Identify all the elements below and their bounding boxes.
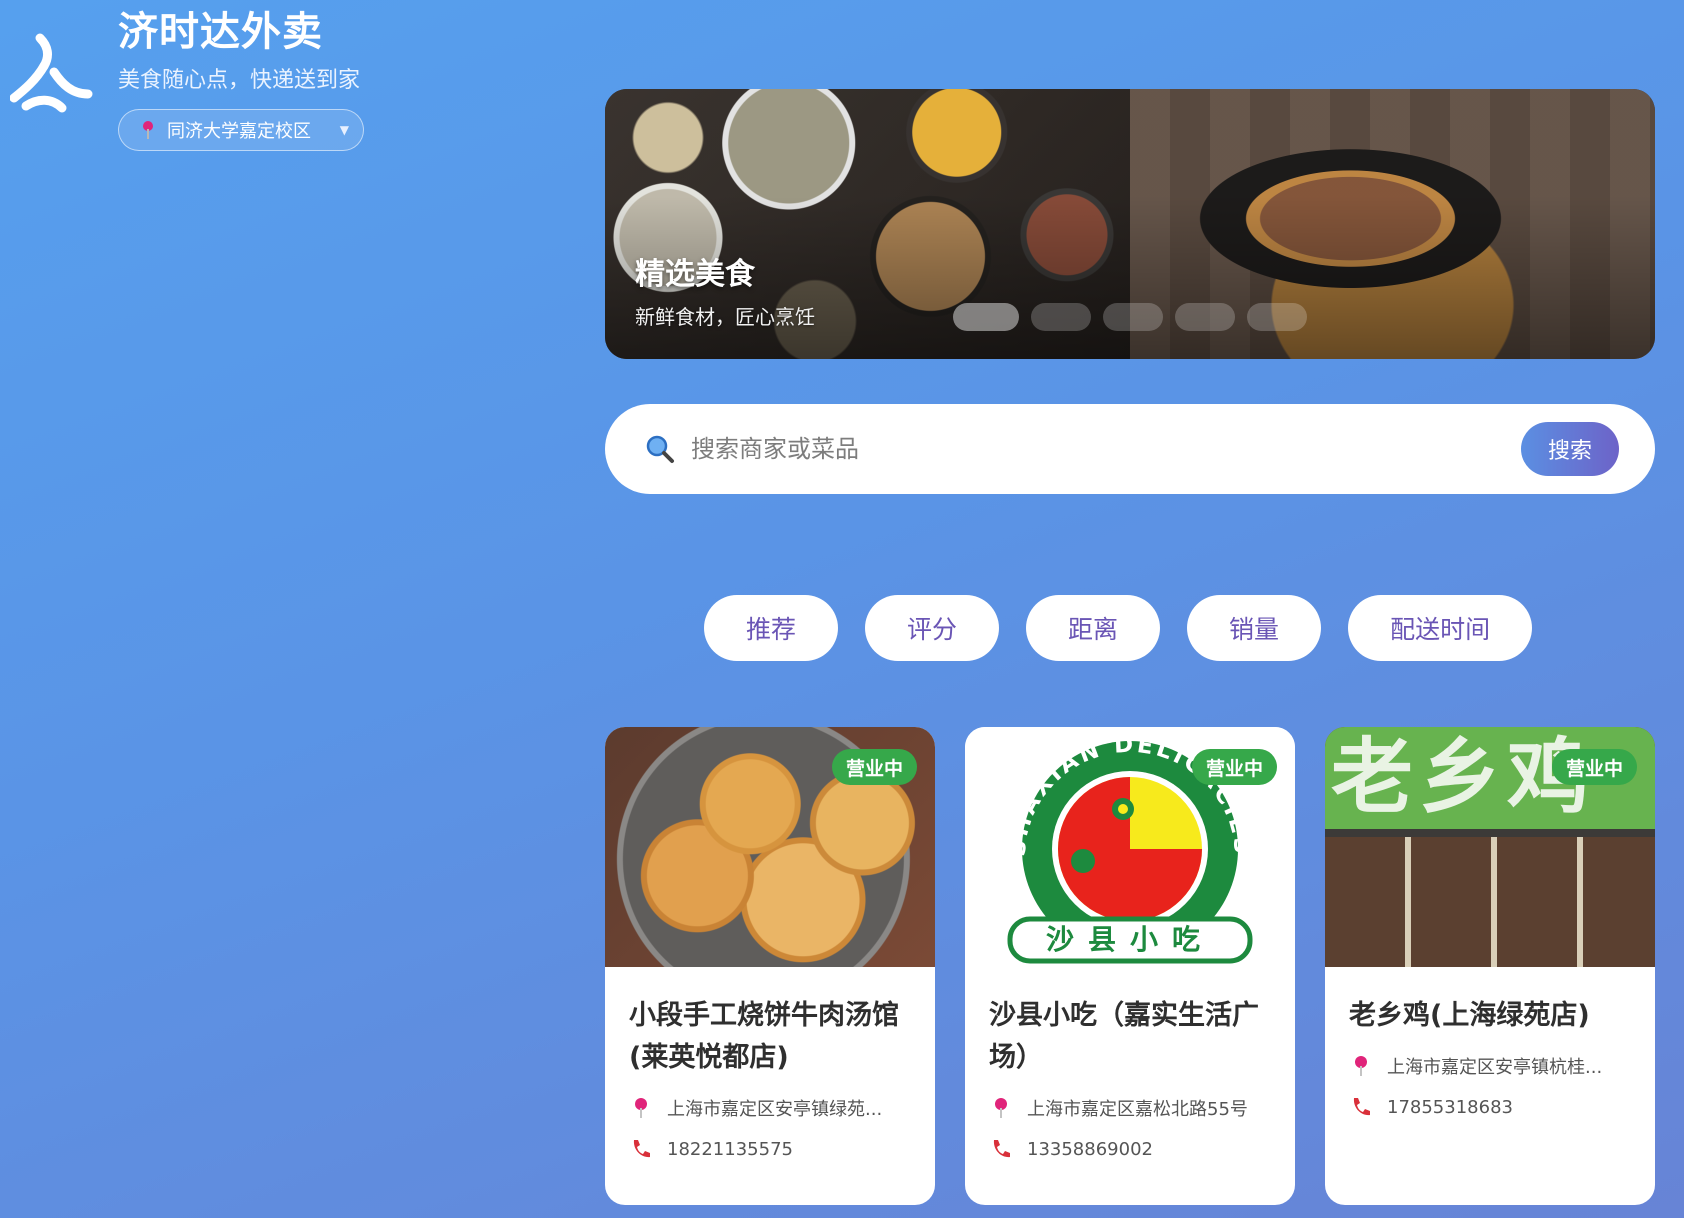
- sort-tab-recommended[interactable]: 推荐: [704, 595, 839, 661]
- restaurant-address: 上海市嘉定区嘉松北路55号: [989, 1095, 1271, 1121]
- carousel-dot[interactable]: [1247, 303, 1307, 331]
- address-text: 上海市嘉定区安亭镇绿苑...: [667, 1099, 883, 1120]
- restaurant-name: 老乡鸡(上海绿苑店): [1349, 1000, 1590, 1031]
- carousel-dot[interactable]: [1175, 303, 1235, 331]
- status-badge: 营业中: [831, 749, 917, 785]
- phone-text: 18221135575: [667, 1138, 793, 1160]
- sort-tab-sales[interactable]: 销量: [1187, 595, 1322, 661]
- phone-icon: [993, 1140, 1010, 1158]
- restaurant-name: 沙县小吃（嘉实生活广场）: [989, 1000, 1259, 1073]
- search-input[interactable]: [691, 435, 1521, 463]
- restaurant-image: 营业中: [605, 727, 935, 967]
- phone-icon: [633, 1140, 650, 1158]
- status-badge: 营业中: [1191, 749, 1277, 785]
- map-pin-icon: [143, 121, 153, 139]
- address-text: 上海市嘉定区安亭镇杭桂...: [1387, 1057, 1603, 1078]
- sort-tab-delivery-time[interactable]: 配送时间: [1348, 595, 1533, 661]
- promo-banner[interactable]: 精选美食 新鲜食材，匠心烹饪: [605, 89, 1655, 359]
- restaurant-card[interactable]: 营业中 小段手工烧饼牛肉汤馆(莱英悦都店) 上海市嘉定区安亭镇绿苑... 182…: [605, 727, 935, 1205]
- map-pin-icon: [635, 1098, 647, 1118]
- phone-text: 13358869002: [1027, 1138, 1153, 1160]
- restaurant-address: 上海市嘉定区安亭镇绿苑...: [629, 1095, 911, 1121]
- restaurant-image: 老乡鸡 营业中: [1325, 727, 1655, 967]
- sort-tabs: 推荐 评分 距离 销量 配送时间: [704, 595, 1533, 661]
- restaurant-image: SHAXIAN DELICACIES 沙县小吃 营业中: [965, 727, 1295, 967]
- carousel-dot[interactable]: [1103, 303, 1163, 331]
- restaurant-phone: 18221135575: [629, 1137, 911, 1161]
- restaurant-list: 营业中 小段手工烧饼牛肉汤馆(莱英悦都店) 上海市嘉定区安亭镇绿苑... 182…: [605, 727, 1655, 1205]
- search-bar: 搜索: [605, 404, 1655, 494]
- restaurant-phone: 13358869002: [989, 1137, 1271, 1161]
- phone-text: 17855318683: [1387, 1096, 1513, 1118]
- carousel-dot[interactable]: [1031, 303, 1091, 331]
- carousel-indicators: [953, 303, 1307, 331]
- carousel-dot[interactable]: [953, 303, 1019, 331]
- phone-icon: [1353, 1098, 1370, 1116]
- restaurant-card[interactable]: 老乡鸡 营业中 老乡鸡(上海绿苑店) 上海市嘉定区安亭镇杭桂... 178553…: [1325, 727, 1655, 1205]
- restaurant-card[interactable]: SHAXIAN DELICACIES 沙县小吃 营业中 沙县小吃（嘉实生活广场）…: [965, 727, 1295, 1205]
- restaurant-name: 小段手工烧饼牛肉汤馆(莱英悦都店): [629, 1000, 899, 1073]
- map-pin-icon: [995, 1098, 1007, 1118]
- location-label: 同济大学嘉定校区: [167, 121, 311, 142]
- search-button[interactable]: 搜索: [1521, 422, 1619, 476]
- restaurant-address: 上海市嘉定区安亭镇杭桂...: [1349, 1053, 1631, 1079]
- address-text: 上海市嘉定区嘉松北路55号: [1027, 1099, 1248, 1120]
- banner-subtitle: 新鲜食材，匠心烹饪: [635, 305, 815, 329]
- app-logo: [10, 33, 93, 113]
- app-title: 济时达外卖: [118, 9, 323, 55]
- sort-tab-distance[interactable]: 距离: [1026, 595, 1161, 661]
- banner-title: 精选美食: [635, 257, 755, 292]
- logo-bottom-text: 沙县小吃: [1046, 923, 1214, 956]
- location-selector[interactable]: 同济大学嘉定校区 ▼: [118, 109, 364, 151]
- sort-tab-rating[interactable]: 评分: [865, 595, 1000, 661]
- map-pin-icon: [1355, 1056, 1367, 1076]
- search-icon: [646, 435, 674, 463]
- app-slogan: 美食随心点，快递送到家: [118, 68, 361, 93]
- chevron-down-icon: ▼: [339, 123, 349, 137]
- restaurant-phone: 17855318683: [1349, 1095, 1631, 1119]
- status-badge: 营业中: [1551, 749, 1637, 785]
